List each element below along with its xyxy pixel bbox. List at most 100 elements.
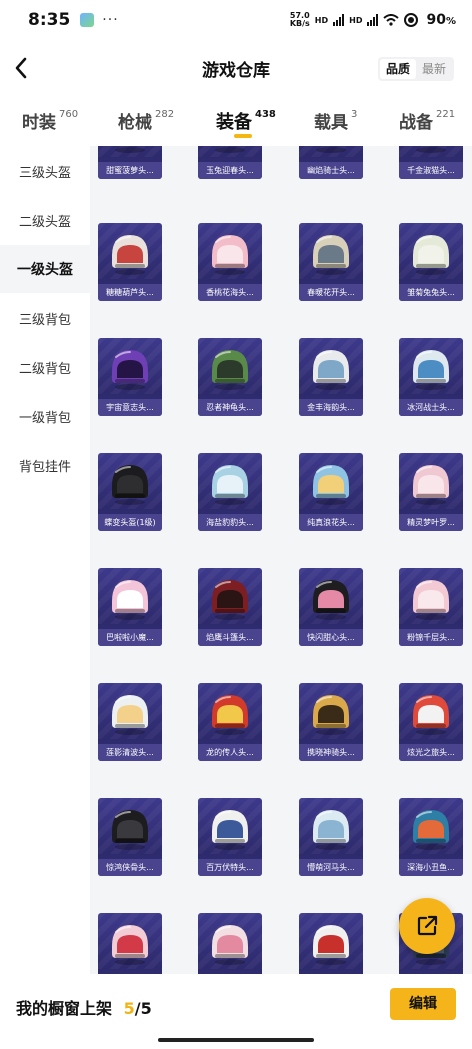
helmet-icon (212, 810, 248, 850)
helmet-item-card[interactable]: 雏菊兔兔头... (399, 223, 463, 301)
helmet-item-card[interactable]: 幽焰骑士头... (299, 146, 363, 179)
helmet-item-name: 海盐豹豹头... (198, 514, 262, 531)
tab-vehicles[interactable]: 载具 3 (314, 108, 357, 133)
chevron-left-icon (15, 57, 27, 79)
helmet-item-name: 焰鹰斗篷头... (198, 629, 262, 646)
helmet-item-card[interactable]: 海盐豹豹头... (198, 453, 262, 531)
helmet-item-card[interactable]: 玉兔迎春头... (198, 146, 262, 179)
helmet-item-card[interactable]: 忍者神龟头... (198, 338, 262, 416)
sidebar-item-level1-backpack[interactable]: 一级背包 (0, 392, 90, 440)
tab-count: 438 (255, 109, 276, 120)
helmet-item-card[interactable]: 懵萌河马头... (299, 798, 363, 876)
sort-toggle: 品质 最新 (377, 57, 454, 81)
helmet-icon (416, 147, 446, 153)
helmet-item-card[interactable]: 惊鸿侠骨头... (98, 798, 162, 876)
helmet-icon (313, 465, 349, 505)
network-speed-unit: KB/s (289, 19, 310, 28)
tab-fashion[interactable]: 时装 760 (22, 108, 78, 133)
share-external-icon (417, 915, 438, 936)
back-button[interactable] (8, 54, 34, 82)
helmet-item-card[interactable]: 春暖花开头... (299, 223, 363, 301)
helmet-item-name: 蝶变头盔(1级) (98, 514, 162, 531)
helmet-icon (413, 580, 449, 620)
battery-level: 90% (426, 12, 456, 28)
helmet-icon (212, 465, 248, 505)
tab-count: 760 (59, 109, 79, 120)
tab-label: 时装 (22, 113, 56, 133)
showcase-status: 我的橱窗上架 5/5 (16, 995, 152, 1019)
helmet-item-name: 深海小丑鱼... (399, 859, 463, 876)
helmet-item-name: 糖糖葫芦头... (98, 284, 162, 301)
helmet-item-card[interactable]: 龙的传人头... (198, 683, 262, 761)
helmet-item-card[interactable]: 精灵梦叶罗... (399, 453, 463, 531)
helmet-item-name: 粉锦千层头... (399, 629, 463, 646)
helmet-item-card[interactable]: 巴啦啦小魔... (98, 568, 162, 646)
home-indicator (158, 1038, 314, 1042)
tab-equipment[interactable]: 装备 438 (216, 108, 276, 138)
network-speed: 57.0 KB/s (290, 12, 310, 28)
share-button[interactable] (399, 898, 455, 954)
helmet-item-card[interactable]: 金丰海韵头... (299, 338, 363, 416)
helmet-icon (413, 810, 449, 850)
helmet-item-card[interactable]: 甜蜜菠萝头... (98, 146, 162, 179)
helmet-item-card[interactable] (98, 913, 162, 974)
helmet-item-card[interactable]: 糖糖葫芦头... (98, 223, 162, 301)
helmet-icon (313, 695, 349, 735)
helmet-item-card[interactable]: 深海小丑鱼... (399, 798, 463, 876)
sort-newest-option[interactable]: 最新 (416, 59, 452, 79)
hd-label-2: HD (349, 15, 363, 25)
battery-percent: 90 (426, 12, 446, 28)
helmet-icon (313, 810, 349, 850)
helmet-icon (112, 810, 148, 850)
helmet-item-name: 香桃花海头... (198, 284, 262, 301)
status-bar: 8:35 ··· 57.0 KB/s HD HD 90% (0, 0, 472, 40)
sort-quality-option[interactable]: 品质 (379, 59, 416, 79)
helmet-item-card[interactable] (198, 913, 262, 974)
helmet-item-card[interactable]: 蝶变头盔(1级) (98, 453, 162, 531)
helmet-item-card[interactable] (299, 913, 363, 974)
edit-button[interactable]: 编辑 (390, 988, 456, 1020)
helmet-item-card[interactable]: 粉锦千层头... (399, 568, 463, 646)
helmet-item-card[interactable]: 携晓神骑头... (299, 683, 363, 761)
helmet-item-card[interactable]: 快闪甜心头... (299, 568, 363, 646)
battery-icon (404, 13, 419, 27)
sidebar-item-backpack-charm[interactable]: 背包挂件 (0, 441, 90, 489)
helmet-item-name: 玉兔迎春头... (198, 162, 262, 179)
helmet-item-name: 龙的传人头... (198, 744, 262, 761)
helmet-item-card[interactable]: 冰河战士头... (399, 338, 463, 416)
helmet-item-card[interactable]: 炫光之旅头... (399, 683, 463, 761)
sidebar-item-level2-helmet[interactable]: 二级头盔 (0, 196, 90, 244)
helmet-item-name: 金丰海韵头... (299, 399, 363, 416)
helmet-item-name: 巴啦啦小魔... (98, 629, 162, 646)
helmet-item-name: 宇宙意志头... (98, 399, 162, 416)
helmet-item-card[interactable]: 百万伏特头... (198, 798, 262, 876)
sidebar-item-level1-helmet[interactable]: 一级头盔 (0, 245, 90, 293)
helmet-icon (112, 235, 148, 275)
helmet-icon (313, 235, 349, 275)
helmet-item-name: 千金淑猫头... (399, 162, 463, 179)
sidebar-item-level2-backpack[interactable]: 二级背包 (0, 343, 90, 391)
helmet-item-name: 惊鸿侠骨头... (98, 859, 162, 876)
helmet-item-card[interactable]: 莲影清波头... (98, 683, 162, 761)
sidebar-item-level3-helmet[interactable]: 三级头盔 (0, 147, 90, 195)
tab-tactical[interactable]: 战备 221 (399, 108, 455, 133)
tab-label: 战备 (399, 113, 433, 133)
sidebar-item-level3-backpack[interactable]: 三级背包 (0, 294, 90, 342)
helmet-item-card[interactable]: 焰鹰斗篷头... (198, 568, 262, 646)
helmet-item-card[interactable]: 宇宙意志头... (98, 338, 162, 416)
helmet-item-card[interactable]: 纯真浪花头... (299, 453, 363, 531)
status-time: 8:35 (28, 10, 71, 30)
helmet-icon (112, 465, 148, 505)
helmet-item-card[interactable]: 千金淑猫头... (399, 146, 463, 179)
helmet-icon (212, 925, 248, 965)
helmet-icon (313, 580, 349, 620)
helmet-item-card[interactable]: 香桃花海头... (198, 223, 262, 301)
helmet-icon (112, 695, 148, 735)
hd-label-1: HD (314, 15, 329, 25)
helmet-icon (112, 925, 148, 965)
tab-firearms[interactable]: 枪械 282 (118, 108, 174, 133)
signal-icon (333, 14, 345, 26)
helmet-icon (215, 147, 245, 153)
helmet-item-name: 炫光之旅头... (399, 744, 463, 761)
category-tabs: 时装 760 枪械 282 装备 438 载具 3 战备 221 (0, 96, 472, 146)
